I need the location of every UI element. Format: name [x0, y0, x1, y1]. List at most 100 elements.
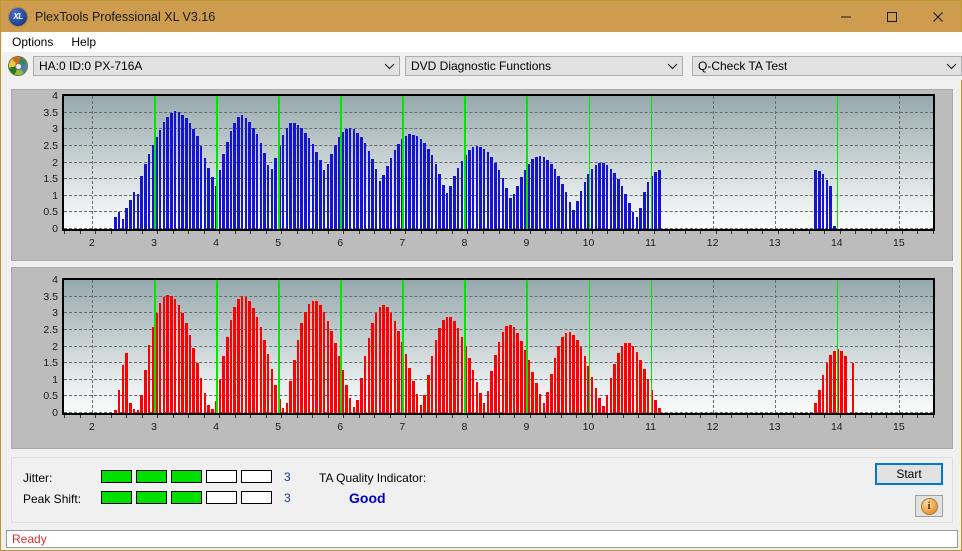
chart-bar: [307, 137, 311, 229]
function-select[interactable]: DVD Diagnostic Functions: [405, 56, 683, 76]
chart-bar: [192, 129, 195, 229]
chart-bar: [274, 384, 277, 413]
chart-bar: [248, 121, 251, 229]
meter-segment: [206, 491, 237, 504]
chart-bar: [259, 327, 263, 413]
chart-bar: [348, 127, 352, 229]
y-axis-tick-label: 4: [52, 90, 58, 102]
y-axis-tick-label: 1: [52, 189, 58, 202]
chart-bar: [520, 340, 523, 413]
chart-bar: [117, 211, 121, 229]
chart-bar: [367, 150, 371, 229]
gridline-horizontal: [64, 312, 933, 314]
chart-bar: [654, 399, 657, 413]
chart-bar: [192, 348, 195, 413]
x-axis-tick: [358, 415, 360, 418]
chart-bar: [296, 124, 300, 229]
sector-marker-line: [340, 280, 342, 413]
chart-bar: [330, 331, 333, 413]
chart-bar: [293, 122, 296, 229]
chart-bar: [449, 185, 452, 229]
chart-bar: [132, 409, 136, 413]
x-axis-tick: [824, 231, 826, 234]
x-axis-tick: [343, 231, 345, 234]
x-axis-tick: [793, 231, 795, 234]
chart-bar: [561, 183, 564, 229]
x-axis-tick: [95, 415, 97, 418]
chart-bar: [363, 143, 367, 229]
chart-bar: [170, 112, 173, 229]
chart-bar: [840, 351, 843, 413]
gridline-horizontal: [64, 279, 933, 280]
x-axis-tick: [700, 415, 702, 418]
chart-bar: [527, 360, 531, 413]
chart-bar: [144, 369, 147, 413]
chart-bar: [378, 306, 382, 413]
x-axis-tick: [824, 415, 826, 418]
chart-bar: [531, 371, 534, 413]
chart-bar: [393, 149, 397, 229]
minimize-icon[interactable]: [823, 1, 869, 32]
x-axis-tick: [808, 415, 810, 418]
info-icon: i: [921, 498, 937, 514]
chart-bar: [423, 143, 426, 229]
x-axis-tick: [203, 231, 205, 234]
menu-item-options[interactable]: Options: [4, 33, 61, 51]
chart-bar: [386, 307, 389, 413]
maximize-icon[interactable]: [869, 1, 915, 32]
menu-item-help[interactable]: Help: [63, 33, 104, 51]
x-axis-tick: [374, 231, 376, 234]
drive-select[interactable]: HA:0 ID:0 PX-716A: [33, 56, 400, 76]
chart-bar: [285, 403, 289, 413]
chart-bar: [158, 303, 162, 413]
jitter-value: 3: [284, 470, 291, 484]
close-icon[interactable]: [915, 1, 961, 32]
chart-bar: [613, 363, 616, 413]
chart-bar: [479, 146, 482, 229]
chart-bar: [315, 301, 318, 413]
chart-bar: [609, 168, 613, 229]
test-select-value: Q-Check TA Test: [698, 59, 788, 73]
x-axis-tick: [870, 231, 872, 234]
chart-bar: [497, 169, 501, 229]
chart-bar: [438, 173, 441, 229]
chart-bar: [818, 171, 821, 229]
chart-bar: [628, 342, 631, 413]
chart-bar: [658, 408, 661, 413]
chart-bar: [456, 327, 460, 413]
chart-bar: [259, 142, 263, 229]
chart-bar: [203, 157, 207, 229]
chart-bar: [590, 169, 594, 229]
chart-bar: [162, 297, 166, 413]
y-axis-tick-label: 3: [52, 307, 58, 320]
x-axis-tick: [64, 415, 65, 418]
chart-bar: [598, 163, 601, 229]
sector-marker-line: [340, 96, 342, 229]
meter-segment: [241, 491, 272, 504]
info-button[interactable]: i: [915, 495, 943, 517]
chart-bar: [851, 363, 855, 413]
chart-bar: [516, 332, 519, 413]
x-axis-tick: [358, 231, 360, 234]
chart-bar: [821, 174, 825, 229]
x-axis-tick: [374, 415, 376, 418]
chart-bar: [512, 327, 516, 413]
chart-bar: [211, 177, 214, 229]
chart-bar: [304, 311, 307, 413]
meter-segment: [136, 491, 167, 504]
x-axis-tick: [607, 231, 609, 234]
x-axis-tick: [576, 415, 578, 418]
chart-bar: [374, 312, 378, 413]
x-axis-tick-label: 2: [89, 237, 95, 249]
chart-bar: [222, 154, 225, 229]
chart-bar: [646, 182, 650, 229]
start-button[interactable]: Start: [875, 463, 943, 485]
x-axis-tick-label: 15: [893, 237, 905, 249]
x-axis-tick: [917, 231, 919, 234]
chart-bar: [624, 342, 627, 413]
gridline-vertical: [898, 96, 900, 229]
test-select[interactable]: Q-Check TA Test: [692, 56, 962, 76]
x-axis-tick: [808, 231, 810, 234]
gridline-vertical: [774, 96, 776, 229]
chart-bar: [833, 225, 836, 229]
